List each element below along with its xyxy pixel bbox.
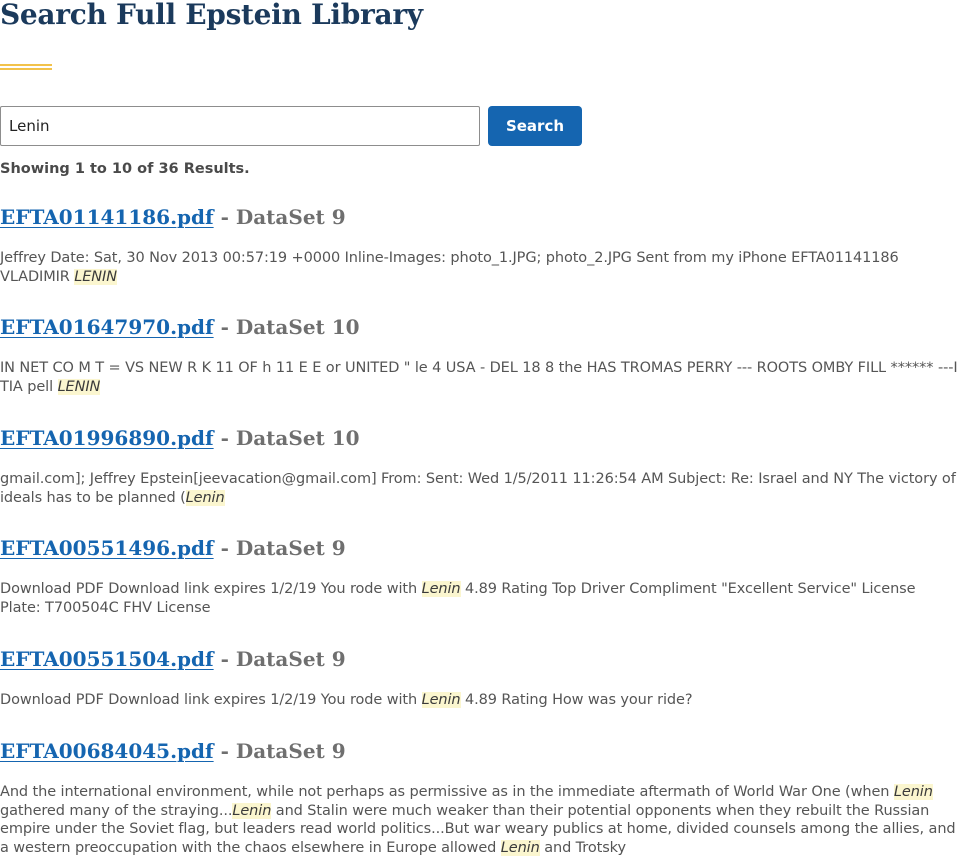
result-heading: EFTA00551504.pdf - DataSet 9 [0, 645, 958, 673]
result-file-link[interactable]: EFTA01647970.pdf [0, 315, 214, 339]
search-input[interactable] [0, 106, 480, 146]
result-heading: EFTA01647970.pdf - DataSet 10 [0, 313, 958, 341]
result-heading: EFTA00684045.pdf - DataSet 9 [0, 737, 958, 765]
result-heading: EFTA01996890.pdf - DataSet 10 [0, 424, 958, 452]
search-page: Search Full Epstein Library Search Showi… [0, 0, 958, 868]
result-snippet: Download PDF Download link expires 1/2/1… [0, 580, 958, 617]
result-dataset: DataSet 9 [235, 647, 346, 671]
snippet-text: And the international environment, while… [0, 784, 894, 800]
result-item: EFTA01647970.pdf - DataSet 10 IN NET CO … [0, 313, 958, 396]
result-item: EFTA01996890.pdf - DataSet 10 gmail.com]… [0, 424, 958, 507]
result-heading: EFTA01141186.pdf - DataSet 9 [0, 203, 958, 231]
result-file-link[interactable]: EFTA01141186.pdf [0, 205, 214, 229]
result-separator: - [220, 205, 229, 229]
result-snippet: IN NET CO M T = VS NEW R K 11 OF h 11 E … [0, 359, 958, 396]
snippet-text: gmail.com]; Jeffrey Epstein[jeevacation@… [0, 471, 956, 506]
result-dataset: DataSet 10 [235, 315, 360, 339]
result-item: EFTA00684045.pdf - DataSet 9 And the int… [0, 737, 958, 857]
result-dataset: DataSet 9 [235, 536, 346, 560]
result-file-link[interactable]: EFTA00551504.pdf [0, 647, 214, 671]
snippet-text: Download PDF Download link expires 1/2/1… [0, 692, 422, 708]
search-match-highlight: Lenin [893, 784, 933, 800]
result-dataset: DataSet 9 [235, 205, 346, 229]
result-snippet: Download PDF Download link expires 1/2/1… [0, 691, 958, 710]
result-separator: - [220, 647, 229, 671]
result-file-link[interactable]: EFTA00551496.pdf [0, 536, 214, 560]
snippet-text: and Trotsky [539, 839, 626, 856]
snippet-text: 4.89 Rating How was your ride? [460, 692, 693, 708]
result-separator: - [220, 315, 229, 339]
search-match-highlight: Lenin [232, 802, 272, 819]
snippet-text: gathered many of the straying... [0, 802, 233, 819]
result-item: EFTA00551496.pdf - DataSet 9 Download PD… [0, 534, 958, 617]
result-item: EFTA01141186.pdf - DataSet 9 Jeffrey Dat… [0, 203, 958, 286]
search-match-highlight: Lenin [421, 581, 461, 597]
result-snippet: And the international environment, while… [0, 783, 958, 857]
result-dataset: DataSet 9 [235, 739, 346, 763]
search-button[interactable]: Search [488, 106, 582, 146]
result-file-link[interactable]: EFTA01996890.pdf [0, 426, 214, 450]
result-separator: - [220, 536, 229, 560]
title-accent-rule [0, 64, 52, 70]
snippet-text: IN NET CO M T = VS NEW R K 11 OF h 11 E … [0, 360, 958, 395]
search-match-highlight: LENIN [74, 268, 117, 285]
result-snippet: gmail.com]; Jeffrey Epstein[jeevacation@… [0, 470, 958, 507]
search-match-highlight: Lenin [421, 692, 461, 708]
result-item: EFTA00551504.pdf - DataSet 9 Download PD… [0, 645, 958, 710]
search-match-highlight: Lenin [500, 839, 540, 856]
result-dataset: DataSet 10 [235, 426, 360, 450]
page-title: Search Full Epstein Library [0, 0, 423, 31]
result-separator: - [220, 426, 229, 450]
result-file-link[interactable]: EFTA00684045.pdf [0, 739, 214, 763]
result-separator: - [220, 739, 229, 763]
result-snippet: Jeffrey Date: Sat, 30 Nov 2013 00:57:19 … [0, 249, 958, 286]
search-match-highlight: LENIN [57, 378, 101, 395]
result-heading: EFTA00551496.pdf - DataSet 9 [0, 534, 958, 562]
search-match-highlight: Lenin [185, 489, 225, 506]
snippet-text: Jeffrey Date: Sat, 30 Nov 2013 00:57:19 … [0, 250, 899, 285]
results-summary: Showing 1 to 10 of 36 Results. [0, 161, 250, 177]
snippet-text: Download PDF Download link expires 1/2/1… [0, 581, 422, 597]
